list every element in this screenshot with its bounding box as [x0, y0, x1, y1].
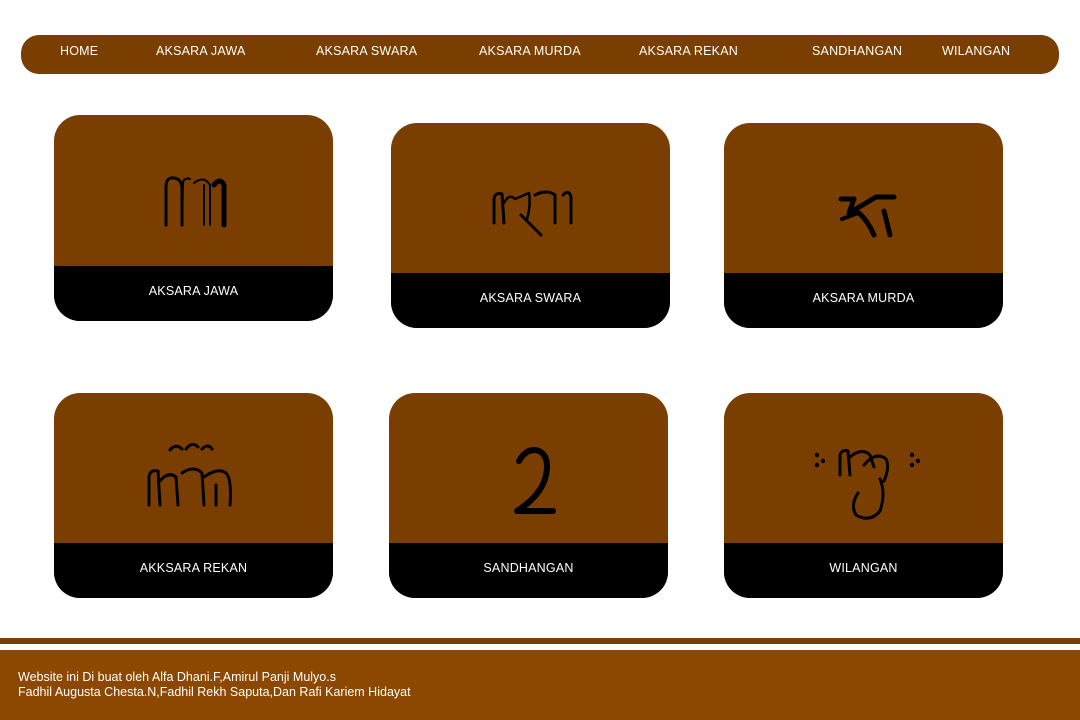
- javanese-glyph-murda-icon: [838, 194, 897, 238]
- card-label: AKKSARA REKAN: [54, 543, 333, 598]
- nav-link-aksara-murda[interactable]: AKSARA MURDA: [479, 35, 581, 74]
- nav-link-aksara-rekan[interactable]: AKSARA REKAN: [639, 35, 738, 74]
- javanese-glyph-sandhangan-icon: [514, 447, 556, 514]
- javanese-glyph-swara-icon: [492, 190, 573, 237]
- javanese-glyph-rekan-icon: [147, 442, 232, 507]
- card-aksara-rekan[interactable]: AKKSARA REKAN: [54, 393, 333, 598]
- nav-link-aksara-jawa[interactable]: AKSARA JAWA: [156, 35, 246, 74]
- card-art: [54, 393, 333, 543]
- nav-link-wilangan[interactable]: WILANGAN: [942, 35, 1010, 74]
- nav-link-sandhangan[interactable]: SANDHANGAN: [812, 35, 902, 74]
- footer-divider: [0, 638, 1080, 644]
- page: HOME AKSARA JAWA AKSARA SWARA AKSARA MUR…: [0, 0, 1080, 720]
- footer-credits-line-2: Fadhil Augusta Chesta.N,Fadhil Rekh Sapu…: [18, 685, 411, 699]
- card-label: AKSARA SWARA: [391, 273, 670, 328]
- card-label: WILANGAN: [724, 543, 1003, 598]
- card-art: [54, 115, 333, 266]
- card-art: [724, 123, 1003, 273]
- card-label: AKSARA MURDA: [724, 273, 1003, 328]
- card-label: AKSARA JAWA: [54, 266, 333, 321]
- javanese-glyph-wilangan-icon: [814, 449, 921, 520]
- card-art: [724, 393, 1003, 543]
- card-sandhangan[interactable]: SANDHANGAN: [389, 393, 668, 598]
- nav-link-aksara-swara[interactable]: AKSARA SWARA: [316, 35, 417, 74]
- card-art: [391, 123, 670, 273]
- card-wilangan[interactable]: WILANGAN: [724, 393, 1003, 598]
- card-label: SANDHANGAN: [389, 543, 668, 598]
- card-art: [389, 393, 668, 543]
- javanese-glyph-ha-icon: [164, 176, 227, 228]
- footer-credits-line-1: Website ini Di buat oleh Alfa Dhani.F,Am…: [18, 670, 336, 684]
- card-aksara-murda[interactable]: AKSARA MURDA: [724, 123, 1003, 328]
- top-navbar: HOME AKSARA JAWA AKSARA SWARA AKSARA MUR…: [21, 35, 1059, 74]
- card-aksara-jawa[interactable]: AKSARA JAWA: [54, 115, 333, 321]
- nav-link-home[interactable]: HOME: [60, 35, 98, 74]
- footer: Website ini Di buat oleh Alfa Dhani.F,Am…: [0, 650, 1080, 720]
- card-aksara-swara[interactable]: AKSARA SWARA: [391, 123, 670, 328]
